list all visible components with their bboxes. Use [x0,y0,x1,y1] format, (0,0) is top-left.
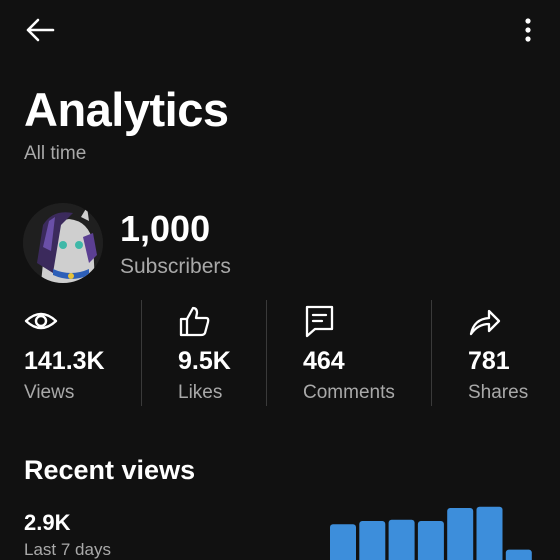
views-label: Views [24,382,75,403]
back-arrow-icon [26,18,55,42]
more-options-button[interactable] [512,12,544,48]
stat-shares[interactable]: 781 Shares [468,300,552,410]
recent-views-bar [359,521,386,560]
recent-views-bar [330,524,356,560]
stat-divider [266,300,267,406]
recent-views-bar [447,508,474,560]
subscriber-label: Subscribers [120,255,231,278]
comments-label: Comments [303,382,395,403]
stat-views[interactable]: 141.3K Views [24,300,134,410]
stat-divider [141,300,142,406]
avatar-image [23,203,103,283]
share-icon [469,309,501,336]
stat-divider [431,300,432,406]
page-title: Analytics [24,83,229,136]
analytics-screen: Analytics All time 1,000 Subscribers 141… [0,0,560,560]
recent-views-period: Last 7 days [24,540,111,559]
likes-label: Likes [178,382,223,403]
views-value: 141.3K [24,347,105,375]
recent-views-bar [417,521,444,560]
time-range-label: All time [24,143,87,164]
shares-value: 781 [468,347,510,375]
stat-comments[interactable]: 464 Comments [303,300,423,410]
channel-avatar [23,203,103,283]
back-button[interactable] [22,14,58,46]
likes-value: 9.5K [178,347,231,375]
recent-views-title: Recent views [24,455,196,485]
stat-likes[interactable]: 9.5K Likes [178,300,264,410]
recent-views-bar [505,549,532,560]
eye-icon [24,312,58,330]
shares-label: Shares [468,382,529,403]
recent-views-bar [476,506,503,560]
recent-views-value: 2.9K [24,510,71,535]
thumbs-up-icon [179,306,210,337]
more-vertical-icon [525,18,531,42]
recent-views-bar [388,519,415,560]
comments-value: 464 [303,347,345,375]
comment-icon [305,305,334,338]
subscriber-count: 1,000 [120,208,211,249]
recent-views-bar-chart[interactable] [330,490,540,560]
